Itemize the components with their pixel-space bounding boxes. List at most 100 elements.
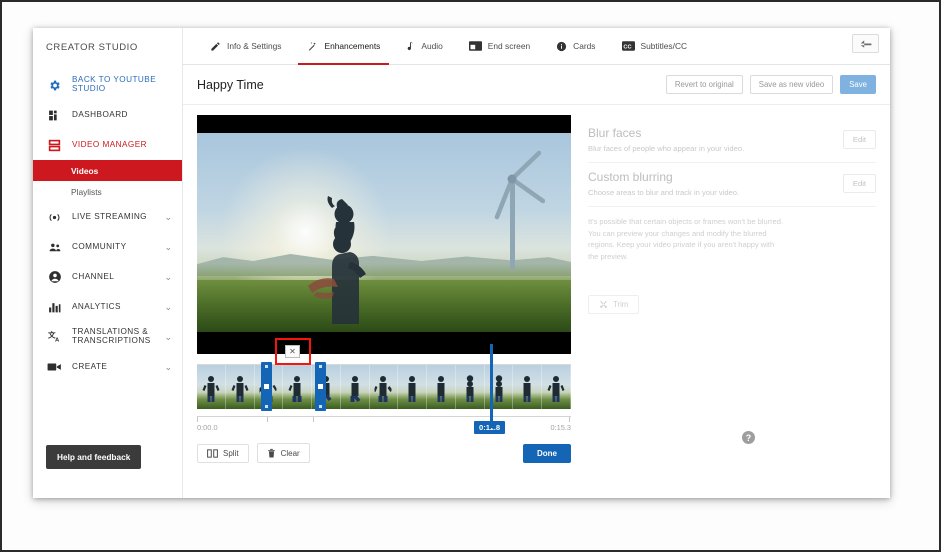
sidebar-item-channel[interactable]: CHANNEL ⌄ [33, 262, 182, 292]
filmstrip-frame[interactable] [225, 365, 255, 409]
filmstrip-frame[interactable] [427, 365, 456, 409]
tab-cards[interactable]: Cards [543, 28, 608, 64]
title-row: Happy Time Revert to original Save as ne… [183, 65, 890, 105]
question-mark-icon[interactable]: ? [742, 431, 755, 444]
handle-dot [265, 365, 268, 368]
sidebar-item-translations-transcriptions[interactable]: 文A TRANSLATIONS & TRANSCRIPTIONS ⌄ [33, 322, 182, 352]
delete-segment-button[interactable]: ✕ [285, 345, 300, 358]
blur-faces-row: Blur faces Blur faces of people who appe… [588, 119, 876, 163]
chevron-down-icon[interactable]: ⌄ [162, 212, 175, 223]
back-button[interactable] [852, 34, 879, 53]
playhead-marker[interactable] [490, 344, 493, 428]
sidebar-item-videos[interactable]: Videos [33, 160, 182, 181]
sidebar-item-back-to-youtube-studio[interactable]: BACK TO YOUTUBE STUDIO [33, 70, 182, 100]
ruler-tick [197, 417, 198, 422]
frame-silhouette [437, 375, 445, 402]
tab-subtitles-cc[interactable]: CC Subtitles/CC [609, 28, 701, 64]
svg-text:A: A [55, 338, 60, 344]
screenshot-frame: CREATOR STUDIO BACK TO YOUTUBE STUDIO DA… [0, 0, 941, 552]
chevron-down-icon[interactable]: ⌄ [162, 302, 175, 313]
video-scene [197, 133, 571, 332]
editor-body: Blur faces Blur faces of people who appe… [183, 105, 890, 354]
tab-label: Audio [421, 41, 443, 51]
filmstrip-frame[interactable] [340, 365, 370, 409]
trim-end-handle[interactable] [315, 362, 326, 411]
filmstrip[interactable] [197, 364, 571, 409]
sidebar-item-dashboard[interactable]: DASHBOARD [33, 100, 182, 130]
save-as-new-video-button[interactable]: Save as new video [749, 75, 834, 94]
blur-faces-texts: Blur faces Blur faces of people who appe… [588, 126, 843, 153]
handle-dot [319, 365, 322, 368]
sidebar-item-community[interactable]: COMMUNITY ⌄ [33, 232, 182, 262]
tab-audio[interactable]: Audio [393, 28, 455, 64]
video-preview[interactable] [197, 115, 571, 354]
dashboard-icon [46, 107, 63, 124]
done-button[interactable]: Done [523, 443, 571, 463]
sidebar-item-create[interactable]: CREATE ⌄ [33, 352, 182, 382]
sidebar-item-playlists[interactable]: Playlists [33, 181, 182, 202]
channel-icon [46, 269, 63, 286]
trim-start-handle[interactable] [261, 362, 272, 411]
person-silhouette [308, 196, 367, 325]
ruler-tick [267, 417, 268, 422]
frame-silhouette [350, 375, 361, 402]
community-icon [46, 239, 63, 256]
frame-silhouette [547, 375, 565, 402]
custom-blurring-texts: Custom blurring Choose areas to blur and… [588, 170, 843, 197]
filmstrip-frame[interactable] [197, 365, 226, 409]
sidebar-item-label: CHANNEL [72, 271, 115, 281]
tab-enhancements[interactable]: Enhancements [294, 28, 393, 65]
tab-info-settings[interactable]: Info & Settings [197, 28, 294, 64]
effects-panel: Blur faces Blur faces of people who appe… [571, 115, 876, 354]
frame-silhouette [288, 375, 302, 402]
chevron-down-icon[interactable]: ⌄ [162, 332, 175, 343]
chevron-down-icon[interactable]: ⌄ [162, 272, 175, 283]
sidebar-item-analytics[interactable]: ANALYTICS ⌄ [33, 292, 182, 322]
filmstrip-frame[interactable] [455, 365, 485, 409]
tab-label: End screen [487, 41, 531, 51]
custom-blurring-edit-button[interactable]: Edit [842, 174, 876, 193]
create-icon [46, 359, 63, 376]
split-icon [207, 448, 218, 458]
blur-faces-edit-button[interactable]: Edit [842, 130, 876, 149]
frame-silhouette [408, 375, 416, 402]
filmstrip-frame[interactable] [283, 365, 313, 409]
filmstrip-area[interactable]: ✕ [197, 338, 876, 428]
sidebar-item-video-manager[interactable]: VIDEO MANAGER [33, 130, 182, 160]
frame-silhouette [523, 375, 531, 402]
wind-turbine [494, 150, 545, 269]
custom-blurring-title: Custom blurring [588, 170, 673, 184]
sidebar-item-label: TRANSLATIONS & TRANSCRIPTIONS [72, 327, 151, 345]
trim-button[interactable]: Trim [588, 294, 640, 314]
info-circle-icon [556, 41, 567, 52]
filmstrip-frame[interactable] [398, 365, 428, 409]
chevron-down-icon[interactable]: ⌄ [162, 362, 175, 373]
chevron-down-icon[interactable]: ⌄ [162, 242, 175, 253]
timeline: ✕ 0:00.0 0:15.3 0:11.8 ? [183, 338, 890, 444]
help-and-feedback-button[interactable]: Help and feedback [46, 445, 142, 469]
split-button[interactable]: Split [197, 443, 249, 463]
blurring-note: It's possible that certain objects or fr… [588, 217, 784, 261]
filmstrip-frame[interactable] [369, 365, 399, 409]
frame-silhouette [466, 375, 474, 402]
tab-end-screen[interactable]: End screen [456, 28, 543, 64]
sidebar-item-live-streaming[interactable]: LIVE STREAMING ⌄ [33, 202, 182, 232]
frame-silhouette [202, 375, 220, 402]
trash-icon [267, 448, 276, 458]
filmstrip-frame[interactable] [484, 365, 514, 409]
custom-blurring-description: Choose areas to blur and track in your v… [588, 188, 740, 197]
filmstrip-frame[interactable] [542, 365, 571, 409]
clear-button[interactable]: Clear [256, 443, 310, 463]
sidebar-item-label: ANALYTICS [72, 301, 121, 311]
tab-label: Info & Settings [227, 41, 282, 51]
filmstrip-frame[interactable] [513, 365, 543, 409]
revert-to-original-button[interactable]: Revert to original [665, 75, 743, 94]
save-button[interactable]: Save [840, 75, 876, 94]
letterbox-top [197, 115, 571, 133]
timeline-controls: Split Clear Done [183, 437, 585, 463]
timeline-ruler[interactable]: 0:00.0 0:15.3 0:11.8 ? [197, 416, 755, 444]
frame-silhouette [374, 375, 392, 402]
tab-label: Enhancements [324, 41, 381, 51]
trim-label: Trim [613, 299, 629, 309]
sidebar-item-label: DASHBOARD [72, 109, 128, 119]
